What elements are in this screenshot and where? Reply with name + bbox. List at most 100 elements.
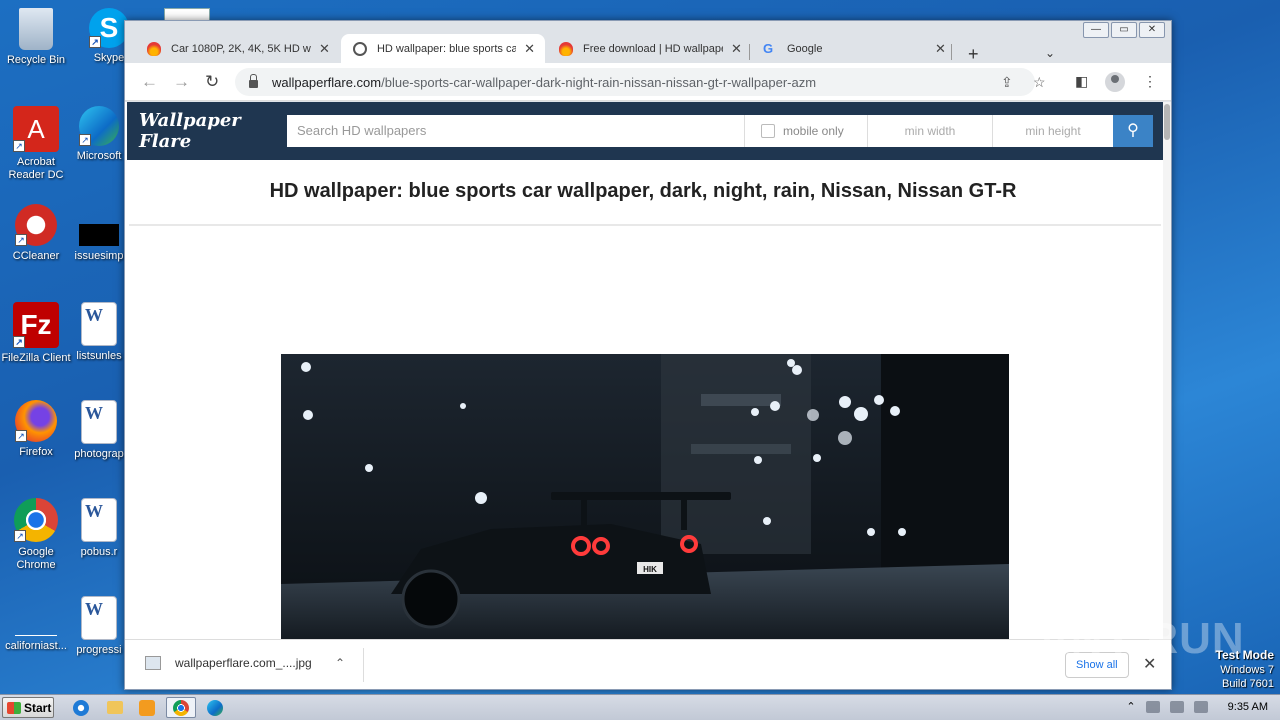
shortcut-arrow-icon: ↗: [89, 36, 101, 48]
tab-title: Google: [787, 43, 823, 55]
tab-google[interactable]: G Google ✕: [751, 34, 956, 64]
forward-icon[interactable]: →: [173, 72, 190, 92]
desktop-icon-label: californiast...: [5, 640, 67, 652]
taskbar-edge[interactable]: [202, 697, 228, 718]
page-scrollbar[interactable]: [1163, 102, 1171, 639]
desktop-icon-label: progressi: [76, 644, 122, 656]
tab-hd-wallpaper[interactable]: HD wallpaper: blue sports car ✕: [341, 34, 545, 64]
desktop-icon-label: Firefox: [19, 446, 53, 458]
desktop-icon-label: pobus.r: [80, 546, 118, 558]
tab-separator: [951, 44, 952, 60]
desktop-icon-acrobat[interactable]: A ↗ Acrobat Reader DC: [0, 106, 72, 182]
taskbar-chrome[interactable]: [166, 697, 196, 718]
edge-icon: [207, 699, 223, 716]
google-icon: G: [763, 41, 774, 56]
download-item[interactable]: wallpaperflare.com_....jpg: [145, 656, 312, 670]
search-button[interactable]: ⚲: [1113, 115, 1153, 147]
share-icon[interactable]: ⇪: [1001, 74, 1013, 91]
desktop-icon-label: photograp: [74, 448, 124, 460]
chevron-down-icon[interactable]: ⌄: [1045, 46, 1055, 60]
recycle-bin-icon: [19, 8, 53, 50]
search-input[interactable]: Search HD wallpapers: [287, 115, 745, 147]
flame-icon: [559, 42, 573, 56]
wallpaper-image[interactable]: HIK: [281, 354, 1009, 639]
chevron-up-icon[interactable]: ⌃: [335, 656, 345, 670]
tab-car-wallpapers[interactable]: Car 1080P, 2K, 4K, 5K HD wallpapers ✕: [135, 34, 340, 64]
desktop-icon-ccleaner[interactable]: ↗ CCleaner: [0, 204, 72, 263]
page-title: HD wallpaper: blue sports car wallpaper,…: [269, 180, 1017, 202]
folder-icon: [107, 701, 123, 714]
desktop-icon-progressi[interactable]: progressi: [74, 596, 124, 657]
media-player-icon: [139, 699, 155, 716]
action-center-flag-icon[interactable]: [1193, 700, 1208, 713]
edge-icon: ↗: [79, 106, 119, 146]
chrome-window: — ▭ ✕ Car 1080P, 2K, 4K, 5K HD wallpaper…: [124, 20, 1172, 690]
new-tab-icon[interactable]: +: [968, 44, 979, 65]
globe-icon: [353, 42, 367, 56]
desktop-icon-chrome[interactable]: ↗ Google Chrome: [0, 498, 72, 572]
tab-close-icon[interactable]: ✕: [935, 41, 946, 57]
shortcut-arrow-icon: ↗: [13, 140, 25, 152]
desktop-icon-label: Google Chrome: [16, 546, 56, 571]
shortcut-arrow-icon: ↗: [79, 134, 91, 146]
shortcut-arrow-icon: ↗: [15, 234, 27, 246]
tab-title: HD wallpaper: blue sports car: [376, 43, 517, 55]
desktop-icon-edge[interactable]: ↗ Microsoft: [74, 106, 124, 163]
desktop-icon-photograp[interactable]: photograp: [74, 400, 124, 461]
desktop-icon-label: CCleaner: [12, 250, 60, 262]
desktop-icon-listsunles[interactable]: listsunles: [74, 302, 124, 363]
desktop-icon-firefox[interactable]: ↗ Firefox: [0, 400, 72, 459]
ccleaner-icon: ↗: [15, 204, 57, 246]
profile-icon[interactable]: [1105, 72, 1125, 95]
taskbar-media-player[interactable]: [134, 697, 160, 718]
desktop-icon-label: Recycle Bin: [6, 54, 66, 66]
divider: [129, 224, 1161, 226]
volume-icon[interactable]: [1145, 700, 1160, 713]
min-height-input[interactable]: min height: [993, 115, 1113, 147]
desktop-icon-californiast[interactable]: californiast...: [0, 596, 72, 653]
desktop-icon-issuesimp[interactable]: issuesimp: [74, 204, 124, 263]
word-document-icon: [81, 302, 117, 346]
bookmark-star-icon[interactable]: ☆: [1033, 74, 1046, 91]
desktop-icon-label: Acrobat Reader DC: [8, 156, 64, 181]
tab-close-icon[interactable]: ✕: [731, 41, 742, 57]
site-header: Wallpaper Flare Search HD wallpapers mob…: [127, 102, 1163, 160]
lock-icon: [249, 74, 258, 88]
desktop-icon-filezilla[interactable]: Fz ↗ FileZilla Client: [0, 302, 72, 365]
word-document-icon: [81, 400, 117, 444]
network-icon[interactable]: [1169, 700, 1184, 713]
tab-title: Car 1080P, 2K, 4K, 5K HD wallpapers: [171, 43, 311, 55]
taskbar: Start ⌃ 9:35 AM: [0, 694, 1280, 720]
tab-close-icon[interactable]: ✕: [319, 41, 330, 57]
clock[interactable]: 9:35 AM: [1228, 701, 1268, 713]
search-bar: Search HD wallpapers mobile only min wid…: [287, 115, 1113, 147]
address-bar[interactable]: wallpaperflare.com/blue-sports-car-wallp…: [235, 68, 1046, 96]
min-width-input[interactable]: min width: [868, 115, 993, 147]
flame-icon: [147, 42, 161, 56]
start-button[interactable]: Start: [2, 697, 54, 718]
side-panel-icon[interactable]: ◧: [1075, 73, 1088, 90]
desktop-icon-label: Microsoft: [76, 150, 122, 162]
test-mode-line: Test Mode: [1215, 648, 1274, 662]
mobile-only-label: mobile only: [783, 124, 844, 138]
kebab-menu-icon[interactable]: ⋮: [1143, 73, 1157, 90]
back-icon[interactable]: ←: [141, 72, 158, 92]
tray-expand-icon[interactable]: ⌃: [1126, 700, 1135, 713]
tab-close-icon[interactable]: ✕: [524, 41, 535, 57]
search-icon: ⚲: [1127, 122, 1139, 139]
mobile-only-toggle[interactable]: mobile only: [745, 115, 868, 147]
desktop-icon-label: issuesimp: [74, 250, 124, 262]
download-shelf: wallpaperflare.com_....jpg ⌃ Show all ✕: [125, 639, 1171, 689]
desktop-icon-recycle-bin[interactable]: Recycle Bin: [0, 8, 72, 67]
checkbox-icon[interactable]: [761, 124, 775, 138]
site-logo[interactable]: Wallpaper Flare: [139, 110, 287, 152]
taskbar-ie[interactable]: [68, 697, 94, 718]
scrollbar-thumb[interactable]: [1164, 104, 1170, 140]
tab-strip: Car 1080P, 2K, 4K, 5K HD wallpapers ✕ HD…: [125, 30, 1171, 65]
build-line: Build 7601: [1222, 678, 1274, 690]
reload-icon[interactable]: ↻: [205, 72, 219, 92]
taskbar-explorer[interactable]: [102, 697, 128, 718]
image-file-icon: [145, 656, 161, 670]
tab-free-download[interactable]: Free download | HD wallpaper ✕: [547, 34, 752, 64]
desktop-icon-pobus[interactable]: pobus.r: [74, 498, 124, 559]
